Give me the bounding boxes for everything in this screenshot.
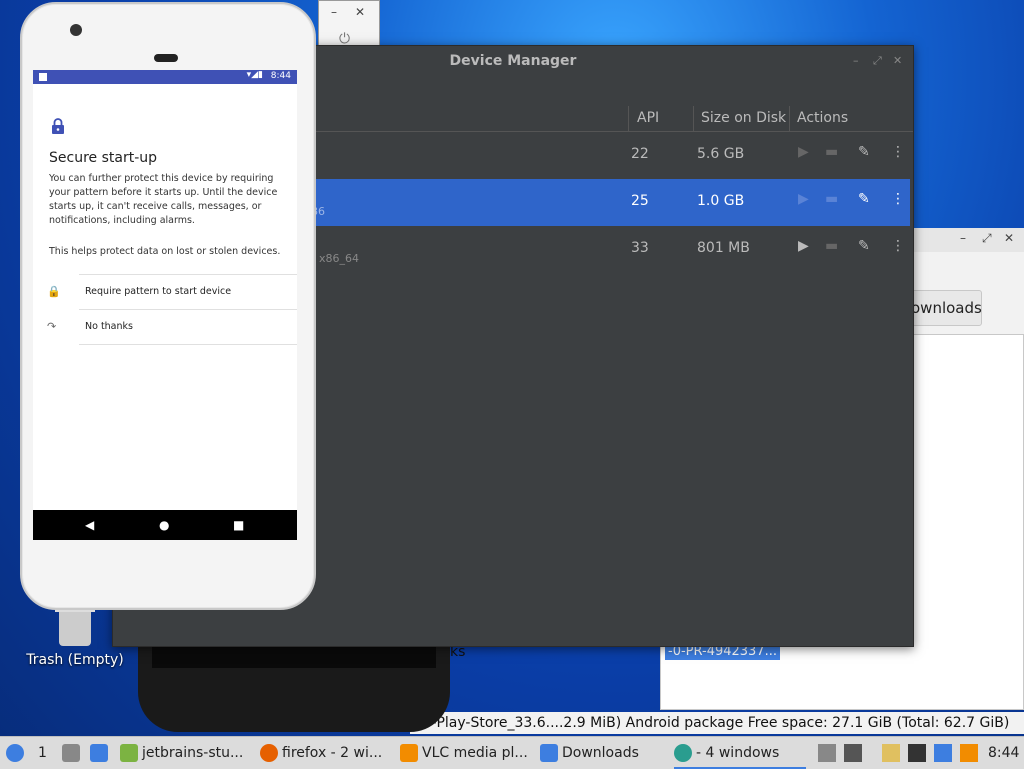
column-divider[interactable]: [693, 106, 694, 131]
divider: [79, 309, 297, 310]
back-button[interactable]: ◀: [85, 518, 94, 532]
clipboard-icon[interactable]: [818, 744, 836, 762]
pencil-icon[interactable]: ✎: [858, 238, 870, 254]
vlc-icon: [400, 744, 418, 762]
show-desktop-button[interactable]: [62, 737, 84, 769]
options-end-divider: [33, 344, 297, 345]
folder-icon[interactable]: ▬: [825, 191, 838, 207]
taskbar-item-label: VLC media pl...: [422, 745, 528, 761]
maximize-button[interactable]: ⤢: [982, 231, 992, 246]
more-vert-icon[interactable]: ⋮: [891, 144, 905, 160]
trash-icon: [55, 606, 95, 646]
api-value: 33: [631, 240, 649, 256]
workspace-switcher[interactable]: 1: [38, 737, 54, 769]
downloads-path-button[interactable]: ownloads: [910, 290, 982, 326]
require-pattern-option[interactable]: 🔒 Require pattern to start device: [33, 274, 297, 308]
camera-icon: [70, 24, 82, 36]
size-value: 801 MB: [697, 240, 750, 256]
close-button[interactable]: ✕: [1004, 231, 1014, 245]
column-size[interactable]: Size on Disk: [701, 110, 786, 126]
skip-arrow-icon: ↷: [47, 320, 57, 333]
more-vert-icon[interactable]: ⋮: [891, 191, 905, 207]
desktop-icon: [62, 744, 80, 762]
taskbar: 1 jetbrains-stu... firefox - 2 wi... VLC…: [0, 736, 1024, 769]
column-divider[interactable]: [628, 106, 629, 131]
emulator-phone: ▾◢▮ 8:44 Secure start-up You can further…: [20, 2, 316, 610]
api-value: 25: [631, 193, 649, 209]
folder-icon[interactable]: ▬: [825, 238, 838, 254]
api-value: 22: [631, 146, 649, 162]
option-label: Require pattern to start device: [85, 286, 232, 297]
android-nav-bar: ◀ ● ■: [33, 510, 297, 540]
notification-icon: [39, 73, 47, 81]
lock-icon: [52, 118, 64, 134]
app-group-icon: [674, 744, 692, 762]
pencil-icon[interactable]: ✎: [858, 144, 870, 160]
lock-icon: 🔒: [47, 285, 61, 298]
clock[interactable]: 8:44: [988, 737, 1022, 769]
android-icon: [120, 744, 138, 762]
option-label: No thanks: [85, 321, 133, 332]
play-icon[interactable]: ▶: [798, 144, 809, 160]
small-window: – ✕ ⏻: [318, 0, 380, 50]
taskbar-item-label: jetbrains-stu...: [142, 745, 244, 761]
device-subtitle: x86_64: [319, 252, 360, 265]
taskbar-item-jetbrains[interactable]: jetbrains-stu...: [120, 737, 252, 769]
update-notification-icon[interactable]: [934, 744, 952, 762]
play-icon[interactable]: ▶: [798, 191, 809, 207]
taskbar-item-grouped[interactable]: - 4 windows: [674, 737, 806, 769]
maximize-button[interactable]: ⤢: [873, 54, 882, 68]
column-divider[interactable]: [789, 106, 790, 131]
page-title: Secure start-up: [49, 150, 158, 166]
taskbar-item-label: Downloads: [562, 745, 639, 761]
home-button[interactable]: ●: [159, 518, 169, 532]
column-api[interactable]: API: [637, 110, 659, 126]
recents-button[interactable]: ■: [233, 518, 244, 532]
minimize-button[interactable]: –: [960, 231, 966, 245]
more-vert-icon[interactable]: ⋮: [891, 238, 905, 254]
close-button[interactable]: ✕: [355, 5, 365, 19]
column-actions: Actions: [797, 110, 849, 126]
taskbar-item-vlc[interactable]: VLC media pl...: [400, 737, 532, 769]
folder-icon: [540, 744, 558, 762]
helper-text: This helps protect data on lost or stole…: [49, 246, 281, 257]
divider: [79, 344, 297, 345]
emulator-screen[interactable]: ▾◢▮ 8:44 Secure start-up You can further…: [33, 70, 297, 540]
trash-label: Trash (Empty): [26, 652, 124, 668]
pencil-icon[interactable]: ✎: [858, 191, 870, 207]
status-time: 8:44: [270, 71, 291, 81]
taskbar-item-firefox[interactable]: firefox - 2 wi...: [260, 737, 392, 769]
size-value: 1.0 GB: [697, 193, 745, 209]
folder-icon: [90, 744, 108, 762]
no-thanks-option[interactable]: ↷ No thanks: [33, 309, 297, 343]
vlc-tray-icon[interactable]: [960, 744, 978, 762]
taskbar-item-label: firefox - 2 wi...: [282, 745, 383, 761]
menu-icon: [6, 744, 24, 762]
folder-icon[interactable]: ▬: [825, 144, 838, 160]
signal-wifi-battery-icons: ▾◢▮: [246, 70, 263, 80]
android-status-bar: ▾◢▮ 8:44: [33, 70, 297, 84]
play-icon[interactable]: ▶: [798, 238, 809, 254]
start-menu-button[interactable]: [6, 737, 30, 769]
speaker-grille: [154, 54, 178, 62]
firefox-icon: [260, 744, 278, 762]
minimize-button[interactable]: –: [331, 5, 337, 19]
minimize-button[interactable]: –: [853, 54, 859, 67]
taskbar-item-downloads[interactable]: Downloads: [540, 737, 668, 769]
taskbar-item-label: - 4 windows: [696, 745, 780, 761]
size-value: 5.6 GB: [697, 146, 745, 162]
close-button[interactable]: ✕: [893, 54, 902, 67]
divider: [79, 274, 297, 275]
notes-icon[interactable]: [882, 744, 900, 762]
file-manager-launcher[interactable]: [90, 737, 112, 769]
file-manager-statusbar: gle-Play-Store_33.6....2.9 MiB) Android …: [410, 712, 1024, 734]
network-icon[interactable]: [908, 744, 926, 762]
volume-icon[interactable]: [844, 744, 862, 762]
description-text: You can further protect this device by r…: [49, 173, 278, 226]
